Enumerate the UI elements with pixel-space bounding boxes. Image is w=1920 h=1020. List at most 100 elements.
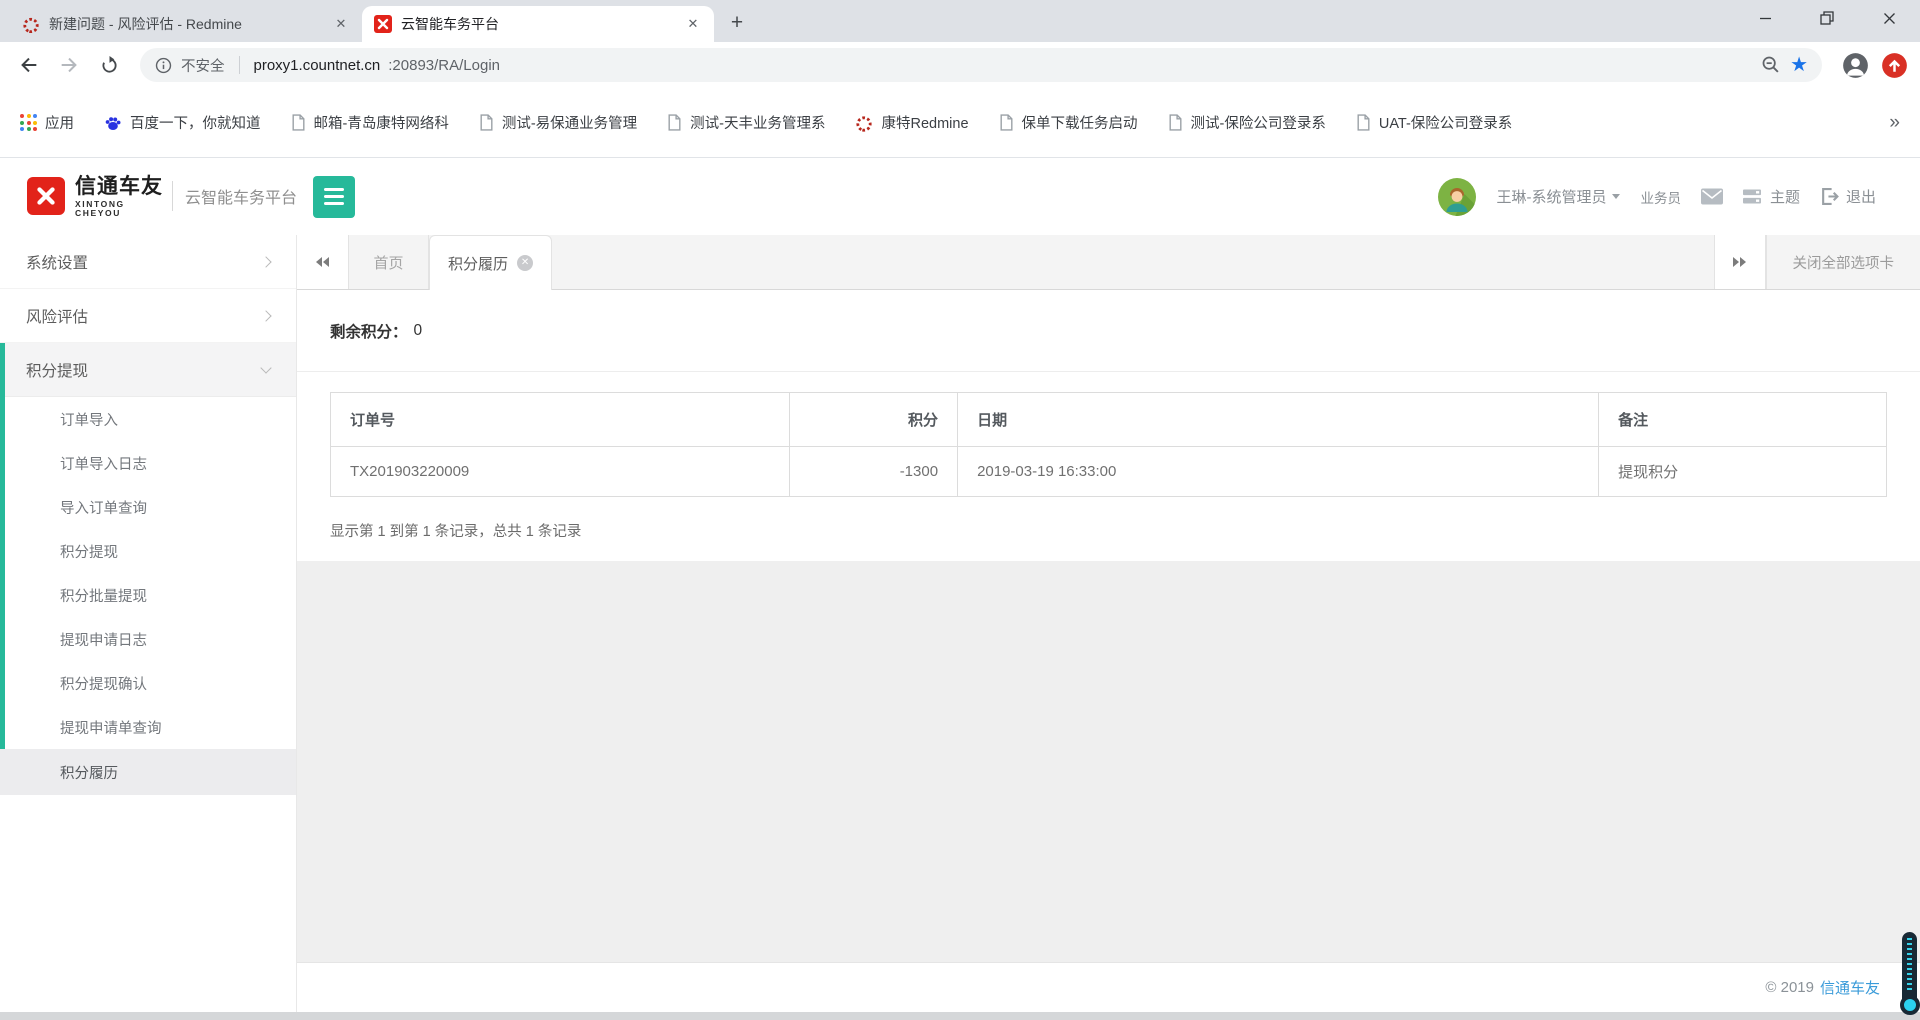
tab-close-icon[interactable]: ✕ <box>684 15 702 33</box>
sidebar-subitem-points-history-active[interactable]: 积分履历 <box>0 749 296 795</box>
profile-avatar-icon[interactable] <box>1842 52 1869 79</box>
page-tab-home[interactable]: 首页 <box>349 235 429 289</box>
subitem-label: 积分提现 <box>60 544 118 561</box>
url-host: proxy1.countnet.cn <box>253 56 381 74</box>
sidebar-item-risk-assessment[interactable]: 风险评估 <box>0 289 296 343</box>
bookmarks-overflow-chevron[interactable]: » <box>1889 112 1900 134</box>
browser-tab-redmine[interactable]: 新建问题 - 风险评估 - Redmine ✕ <box>10 6 362 42</box>
sidebar-item-points-withdrawal[interactable]: 积分提现 <box>5 343 296 397</box>
cell-points: -1300 <box>789 446 959 497</box>
tab-label: 首页 <box>373 254 404 272</box>
app-body: 系统设置 风险评估 积分提现 订单导入 订单导入日志 导入订单查询 积分提现 积… <box>0 235 1920 1012</box>
zoom-indicator-icon[interactable] <box>1760 54 1782 76</box>
theme-button[interactable]: 主题 <box>1742 186 1800 207</box>
content-background <box>297 561 1920 962</box>
sidebar-subitem-withdraw-request-log[interactable]: 提现申请日志 <box>5 617 296 661</box>
main-content: 首页 积分履历 ✕ 关闭全部选项卡 剩余积分： 0 订单号 积分 日期 备注 T… <box>297 235 1920 1012</box>
logout-button[interactable]: 退出 <box>1820 186 1876 207</box>
app-logo: 信通车友 XINTONG CHEYOU 云智能车务平台 <box>27 175 297 218</box>
bookmark-redmine[interactable]: 康特Redmine <box>855 112 969 133</box>
tab-title: 云智能车务平台 <box>401 16 499 32</box>
remaining-points-label: 剩余积分： <box>330 323 408 341</box>
cell-order-no: TX201903220009 <box>329 446 791 497</box>
bookmark-mail[interactable]: 邮箱-青岛康特网络科 <box>291 112 449 133</box>
table-header-row: 订单号 积分 日期 备注 <box>329 392 1887 447</box>
platform-name: 云智能车务平台 <box>184 190 297 208</box>
user-role[interactable]: 业务员 <box>1640 187 1681 207</box>
sidebar-item-label: 系统设置 <box>26 254 89 272</box>
bookmark-tianfeng[interactable]: 测试-天丰业务管理系 <box>667 112 825 133</box>
divider <box>172 181 173 212</box>
redmine-icon <box>856 115 873 132</box>
subitem-label: 订单导入日志 <box>60 456 147 473</box>
bookmark-apps[interactable]: 应用 <box>20 112 74 133</box>
back-button[interactable] <box>12 48 46 82</box>
tab-label: 积分履历 <box>448 255 509 273</box>
record-count-summary: 显示第 1 到第 1 条记录，总共 1 条记录 <box>330 524 582 540</box>
close-all-label: 关闭全部选项卡 <box>1792 255 1895 272</box>
user-menu[interactable]: 王琳-系统管理员 <box>1496 186 1621 207</box>
url-path: :20893/RA/Login <box>388 56 501 74</box>
sidebar-subitem-order-import-log[interactable]: 订单导入日志 <box>5 441 296 485</box>
sidebar-subitem-imported-order-query[interactable]: 导入订单查询 <box>5 485 296 529</box>
col-header-points: 积分 <box>789 392 959 447</box>
forward-button[interactable] <box>52 48 86 82</box>
address-bar[interactable]: 不安全 proxy1.countnet.cn :20893/RA/Login ★ <box>140 48 1822 82</box>
app-footer: © 2019 信通车友 <box>297 962 1920 1012</box>
minimize-button[interactable] <box>1734 0 1796 36</box>
new-tab-button[interactable]: + <box>722 8 752 38</box>
bookmarks-bar: 应用 百度一下，你就知道 邮箱-青岛康特网络科 测试-易保通业务管理 测试-天丰… <box>0 88 1920 158</box>
bookmark-label: UAT-保险公司登录系 <box>1378 116 1513 132</box>
footer-brand-link[interactable]: 信通车友 <box>1820 977 1880 998</box>
scroll-thermometer-widget[interactable] <box>1899 932 1920 1015</box>
scroll-tabs-left-button[interactable] <box>297 235 349 289</box>
apps-grid-icon <box>20 114 37 131</box>
sidebar-subitem-points-withdraw[interactable]: 积分提现 <box>5 529 296 573</box>
sidebar-subitem-withdraw-request-query[interactable]: 提现申请单查询 <box>5 705 296 749</box>
close-tab-icon[interactable]: ✕ <box>517 255 534 271</box>
chevron-down-icon <box>260 361 272 374</box>
bookmark-test-insurer-login[interactable]: 测试-保险公司登录系 <box>1168 112 1326 133</box>
divider <box>238 56 240 74</box>
col-header-remark: 备注 <box>1598 392 1887 447</box>
sidebar-toggle-button[interactable] <box>313 175 355 218</box>
close-all-tabs-button[interactable]: 关闭全部选项卡 <box>1765 235 1920 289</box>
table-row: TX201903220009 -1300 2019-03-19 16:33:00… <box>329 446 1887 497</box>
app-header: 信通车友 XINTONG CHEYOU 云智能车务平台 王琳-系统管理员 业务员… <box>0 158 1920 235</box>
redmine-icon <box>23 17 39 33</box>
sidebar-item-system-settings[interactable]: 系统设置 <box>0 235 296 289</box>
info-icon[interactable] <box>154 56 173 75</box>
logout-icon <box>1822 188 1839 205</box>
page-tab-points-history[interactable]: 积分履历 ✕ <box>429 235 553 290</box>
subitem-label: 导入订单查询 <box>60 500 147 517</box>
restore-button[interactable] <box>1796 0 1858 36</box>
baidu-paw-icon <box>105 116 121 130</box>
page-tabbar: 首页 积分履历 ✕ 关闭全部选项卡 <box>297 235 1920 290</box>
page-icon <box>668 114 681 131</box>
col-header-date: 日期 <box>957 392 1600 447</box>
bookmark-label: 康特Redmine <box>881 116 969 132</box>
security-label: 不安全 <box>181 58 225 75</box>
page-icon <box>1000 114 1013 131</box>
bookmark-label: 保单下载任务启动 <box>1021 116 1138 132</box>
reload-button[interactable] <box>92 48 126 82</box>
browser-tab-platform[interactable]: 云智能车务平台 ✕ <box>362 6 714 42</box>
bookmark-policy-download[interactable]: 保单下载任务启动 <box>999 112 1138 133</box>
sidebar-subitem-points-batch-withdraw[interactable]: 积分批量提现 <box>5 573 296 617</box>
scroll-tabs-right-button[interactable] <box>1713 235 1766 289</box>
messages-icon[interactable] <box>1700 188 1723 205</box>
user-avatar[interactable] <box>1438 177 1477 216</box>
bookmark-uat-insurer-login[interactable]: UAT-保险公司登录系 <box>1356 112 1512 133</box>
sidebar-subitem-withdraw-confirm[interactable]: 积分提现确认 <box>5 661 296 705</box>
sidebar-subitem-order-import[interactable]: 订单导入 <box>5 397 296 441</box>
close-window-button[interactable] <box>1858 0 1920 36</box>
bookmark-baidu[interactable]: 百度一下，你就知道 <box>104 112 261 133</box>
page-icon <box>480 114 493 131</box>
sidebar: 系统设置 风险评估 积分提现 订单导入 订单导入日志 导入订单查询 积分提现 积… <box>0 235 297 1012</box>
bookmark-yibaotong[interactable]: 测试-易保通业务管理 <box>479 112 637 133</box>
copyright-text: © 2019 <box>1765 979 1814 996</box>
browser-update-icon[interactable] <box>1881 52 1908 79</box>
bookmark-star-icon[interactable]: ★ <box>1790 55 1808 75</box>
sidebar-item-label: 风险评估 <box>26 308 89 326</box>
tab-close-icon[interactable]: ✕ <box>332 15 350 33</box>
